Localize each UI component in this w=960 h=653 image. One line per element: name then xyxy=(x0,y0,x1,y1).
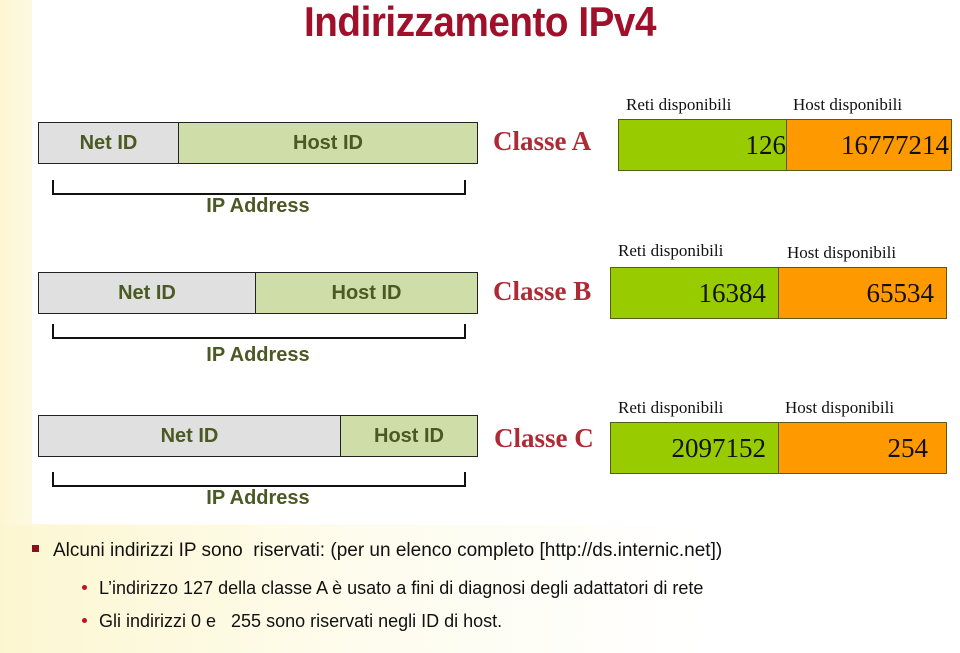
host-value: 254 xyxy=(887,432,929,463)
reti-disponibili-header: Reti disponibili xyxy=(618,398,724,417)
note-main: Alcuni indirizzi IP sono riservati: (per… xyxy=(32,540,722,562)
host-id-label: Host ID xyxy=(331,281,402,304)
net-id-label: Net ID xyxy=(79,131,138,154)
ip-address-label: IP Address xyxy=(206,344,310,366)
net-id-segment: Net ID xyxy=(39,273,256,313)
host-disponibili-header: Host disponibili xyxy=(793,95,903,114)
ip-structure-class-b: Net ID Host ID xyxy=(38,272,478,314)
note-sub-text: L’indirizzo 127 della classe A è usato a… xyxy=(99,578,704,598)
host-id-segment: Host ID xyxy=(256,273,477,313)
reti-cell: 16384 xyxy=(611,268,779,318)
net-id-segment: Net ID xyxy=(39,123,179,163)
reti-value: 16384 xyxy=(698,277,767,308)
ip-structure-class-a: Net ID Host ID xyxy=(38,122,478,164)
class-c-availability: 2097152 254 xyxy=(610,422,947,474)
host-cell: 16777214 xyxy=(787,120,951,170)
class-b-label: Classe B xyxy=(493,276,592,306)
ip-address-bracket xyxy=(52,472,466,487)
reti-disponibili-header: Reti disponibili xyxy=(618,241,724,260)
class-a-label: Classe A xyxy=(493,126,592,156)
host-cell: 254 xyxy=(779,423,946,473)
host-id-segment: Host ID xyxy=(341,416,477,456)
reti-cell: 2097152 xyxy=(611,423,779,473)
ip-address-label: IP Address xyxy=(206,195,310,217)
net-id-label: Net ID xyxy=(160,424,219,447)
note-main-text: Alcuni indirizzi IP sono riservati: (per… xyxy=(53,540,723,561)
host-value: 16777214 xyxy=(841,129,949,160)
reti-value: 2097152 xyxy=(671,432,767,463)
host-disponibili-header: Host disponibili xyxy=(785,398,895,417)
class-c-label: Classe C xyxy=(494,423,594,453)
note-sub: L’indirizzo 127 della classe A è usato a… xyxy=(82,578,703,599)
dot-bullet-icon xyxy=(82,584,87,590)
host-value: 65534 xyxy=(866,277,935,308)
reti-disponibili-header: Reti disponibili xyxy=(626,95,732,114)
class-a-availability: 126 16777214 xyxy=(618,119,952,171)
ip-structure-class-c: Net ID Host ID xyxy=(38,415,478,457)
page-title: Indirizzamento IPv4 xyxy=(304,0,656,45)
host-disponibili-header: Host disponibili xyxy=(787,243,897,262)
host-id-segment: Host ID xyxy=(179,123,477,163)
ip-address-label: IP Address xyxy=(206,487,310,509)
class-b-availability: 16384 65534 xyxy=(610,267,947,319)
note-sub: Gli indirizzi 0 e 255 sono riservati neg… xyxy=(82,611,502,632)
ip-address-bracket xyxy=(52,324,466,339)
dot-bullet-icon xyxy=(82,617,87,623)
square-bullet-icon xyxy=(32,545,39,553)
reti-value: 126 xyxy=(745,129,787,160)
net-id-label: Net ID xyxy=(118,281,176,304)
host-cell: 65534 xyxy=(779,268,946,318)
net-id-segment: Net ID xyxy=(39,416,341,456)
host-id-label: Host ID xyxy=(374,424,444,447)
ip-address-bracket xyxy=(52,180,466,195)
note-sub-text: Gli indirizzi 0 e 255 sono riservati neg… xyxy=(99,611,503,631)
host-id-label: Host ID xyxy=(293,131,363,154)
reti-cell: 126 xyxy=(619,120,787,170)
